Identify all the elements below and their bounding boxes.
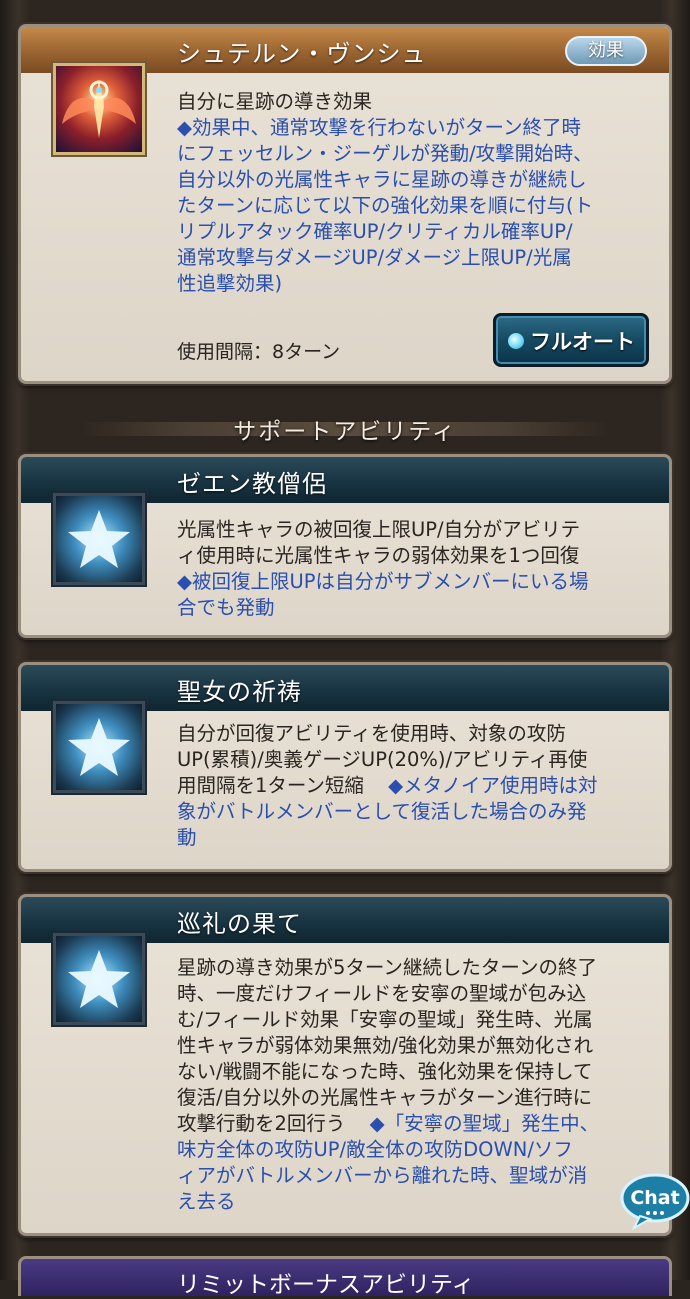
skill-desc-line: リプルアタック確率UP/クリティカル確率UP/ — [177, 220, 573, 243]
support-ability-card: 聖女の祈祷 自分が回復アビリティを使用時、対象の攻防 UP(累積)/奥義ゲージU… — [18, 662, 672, 872]
desc-line: 時、一度だけフィールドを安寧の聖域が包み込 — [177, 982, 587, 1005]
desc-line: 復活/自分以外の光属性キャラがターン進行時に — [177, 1086, 593, 1109]
limit-bonus-card-header: リミットボーナスアビリティ — [18, 1256, 672, 1298]
desc-line: え去る — [177, 1190, 236, 1213]
skill-desc-line: 通常攻撃与ダメージUP/ダメージ上限UP/光属 — [177, 246, 572, 269]
desc-line: ◆被回復上限UPは自分がサブメンバーにいる場 — [177, 570, 589, 593]
skill-title: シュテルン・ヴンシュ — [177, 40, 427, 68]
desc-line-mixed: 用間隔を1ターン短縮 ◆メタノイア使用時は対 — [177, 773, 657, 799]
support-description: 星跡の導き効果が5ターン継続したターンの終了 時、一度だけフィールドを安寧の聖域… — [177, 955, 657, 1215]
desc-line: 味方全体の攻防UP/敵全体の攻防DOWN/ソフ — [177, 1138, 573, 1161]
support-ability-card: 巡礼の果て 星跡の導き効果が5ターン継続したターンの終了 時、一度だけフィールド… — [18, 894, 672, 1236]
skill-desc-line: たターンに応じて以下の強化効果を順に付与(ト — [177, 194, 594, 217]
desc-segment: ◆メタノイア使用時は対 — [388, 774, 598, 797]
full-auto-label: フルオート — [530, 330, 635, 354]
winged-key-icon — [53, 63, 145, 155]
toggle-indicator-icon — [508, 333, 524, 349]
desc-line: ィアがバトルメンバーから離れた時、聖域が消 — [177, 1164, 588, 1187]
limit-bonus-title: リミットボーナスアビリティ — [177, 1272, 475, 1298]
support-ability-card: ゼエン教僧侶 光属性キャラの被回復上限UP/自分がアビリテ ィ使用時に光属性キャ… — [18, 454, 672, 638]
star-icon — [53, 493, 145, 585]
full-auto-button[interactable]: フルオート — [493, 313, 649, 367]
skill-desc-line: 自分以外の光属性キャラに星跡の導きが継続し — [177, 168, 587, 191]
section-title: サポートアビリティ — [233, 419, 457, 445]
support-title: ゼエン教僧侶 — [177, 470, 327, 498]
desc-line: ない/戦闘不能になった時、強化効果を保持して — [177, 1060, 593, 1083]
desc-line: ィ使用時に光属性キャラの弱体効果を1つ回復 — [177, 544, 580, 567]
usage-interval: 使用間隔：8ターン — [177, 341, 341, 363]
support-ability-section-header: サポートアビリティ — [0, 410, 690, 450]
desc-line: 動 — [177, 826, 197, 849]
support-title: 巡礼の果て — [177, 910, 302, 938]
chat-button[interactable]: Chat — [620, 1172, 690, 1231]
desc-line: 光属性キャラの被回復上限UP/自分がアビリテ — [177, 518, 581, 541]
support-title: 聖女の祈祷 — [177, 678, 302, 706]
skill-line-main: 自分に星跡の導き効果 — [177, 90, 373, 113]
star-icon — [53, 933, 145, 1025]
desc-line: 合でも発動 — [177, 596, 275, 619]
effect-badge-button[interactable]: 効果 — [565, 36, 647, 66]
star-icon — [53, 701, 145, 793]
skill-description: 自分に星跡の導き効果 ◆効果中、通常攻撃を行わないがターン終了時 にフェッセルン… — [177, 89, 657, 297]
desc-segment: 用間隔を1ターン短縮 — [177, 774, 364, 797]
desc-segment: ◆「安寧の聖域」発生中、 — [369, 1112, 600, 1135]
desc-line: 性キャラが弱体効果無効/強化効果が無効化され — [177, 1034, 594, 1057]
desc-line-mixed: 攻撃行動を2回行う ◆「安寧の聖域」発生中、 — [177, 1111, 657, 1137]
support-description: 自分が回復アビリティを使用時、対象の攻防 UP(累積)/奥義ゲージUP(20%)… — [177, 721, 657, 851]
desc-line: 自分が回復アビリティを使用時、対象の攻防 — [177, 722, 566, 745]
desc-line: む/フィールド効果「安寧の聖域」発生時、光属 — [177, 1008, 593, 1031]
desc-line: 星跡の導き効果が5ターン継続したターンの終了 — [177, 956, 597, 979]
skill-desc-line: にフェッセルン・ジーゲルが発動/攻撃開始時、 — [177, 142, 593, 165]
chat-label: Chat — [630, 1187, 679, 1209]
desc-line: 象がバトルメンバーとして復活した場合のみ発 — [177, 800, 587, 823]
support-description: 光属性キャラの被回復上限UP/自分がアビリテ ィ使用時に光属性キャラの弱体効果を… — [177, 517, 657, 621]
desc-segment: 攻撃行動を2回行う — [177, 1112, 346, 1135]
skill-desc-line: 性追撃効果) — [177, 272, 283, 295]
skill-card: シュテルン・ヴンシュ 効果 自分に星跡の導き効果 ◆効果中、通常攻撃を行わないが… — [18, 24, 672, 384]
desc-line: UP(累積)/奥義ゲージUP(20%)/アビリティ再使 — [177, 748, 588, 771]
skill-desc-line: ◆効果中、通常攻撃を行わないがターン終了時 — [177, 116, 582, 139]
